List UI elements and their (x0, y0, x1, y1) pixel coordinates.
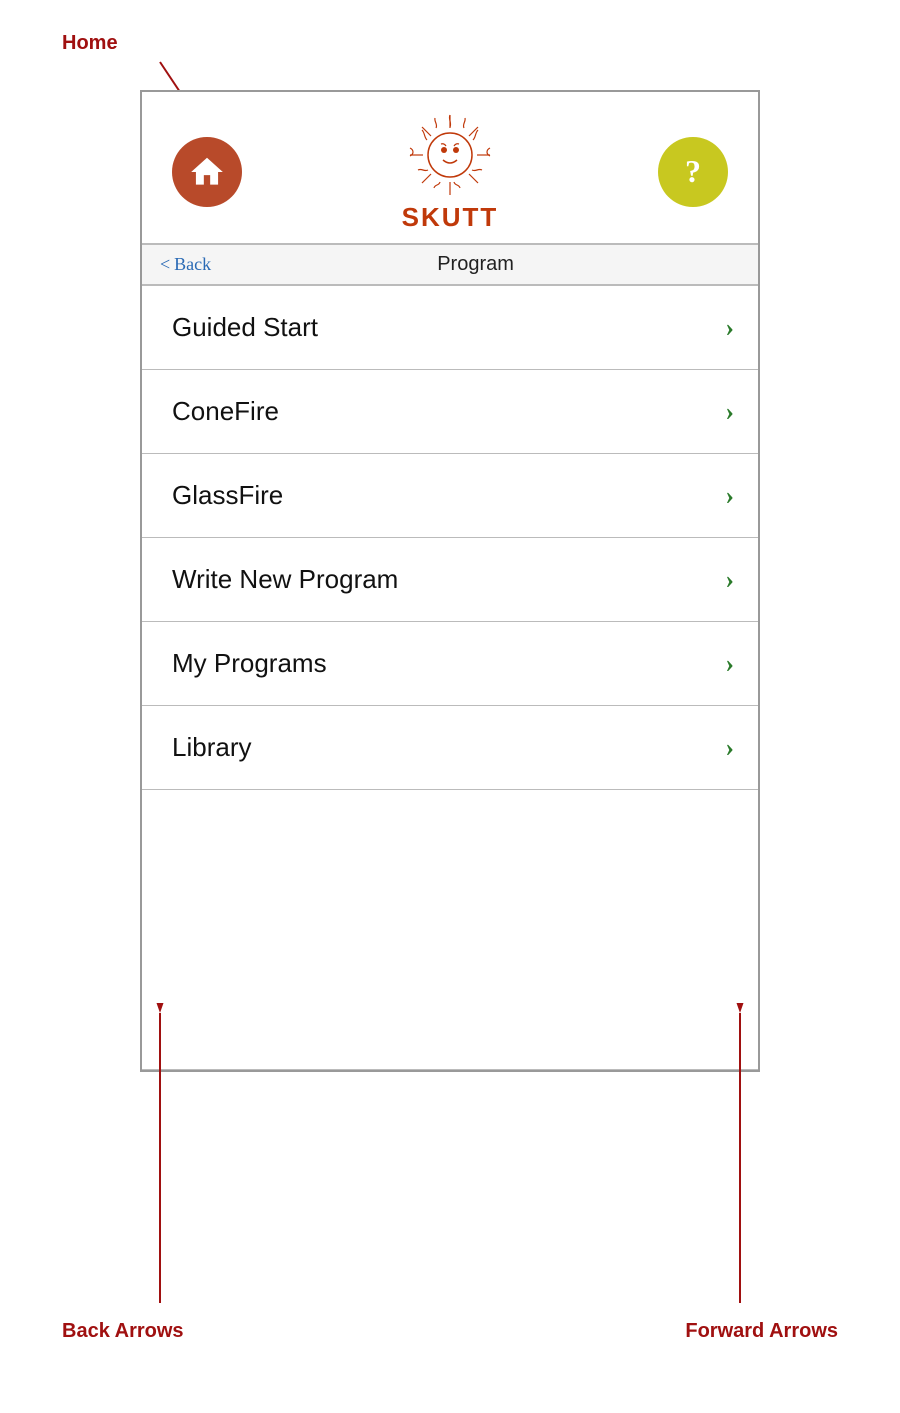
menu-chevron-icon: › (725, 733, 734, 763)
menu-chevron-icon: › (725, 397, 734, 427)
menu-item-cone-fire[interactable]: ConeFire › (142, 370, 758, 454)
device-header: SKUTT ? (142, 92, 758, 245)
back-chevron-icon: < (160, 254, 170, 275)
menu-item-label: Write New Program (172, 564, 398, 595)
nav-bar: < Back Program (142, 245, 758, 286)
menu-item-guided-start[interactable]: Guided Start › (142, 286, 758, 370)
menu-chevron-icon: › (725, 649, 734, 679)
menu-item-my-programs[interactable]: My Programs › (142, 622, 758, 706)
menu-item-write-new-program[interactable]: Write New Program › (142, 538, 758, 622)
home-icon (188, 153, 226, 191)
back-button[interactable]: Back (174, 254, 211, 275)
device-frame: SKUTT ? < Back Program Guided Start › Co… (140, 90, 760, 1072)
menu-item-library[interactable]: Library › (142, 706, 758, 790)
logo-center: SKUTT (242, 110, 658, 233)
help-icon: ? (685, 153, 701, 190)
forward-arrows-annotation: Forward Arrows (685, 1320, 838, 1343)
menu-list: Guided Start › ConeFire › GlassFire › Wr… (142, 286, 758, 790)
menu-chevron-icon: › (725, 313, 734, 343)
empty-content-area (142, 790, 758, 1070)
menu-chevron-icon: › (725, 481, 734, 511)
menu-item-label: ConeFire (172, 396, 279, 427)
nav-title: Program (211, 253, 740, 276)
help-button[interactable]: ? (658, 137, 728, 207)
logo-text: SKUTT (402, 202, 499, 233)
menu-item-label: Library (172, 732, 251, 763)
menu-item-label: My Programs (172, 648, 327, 679)
menu-item-glass-fire[interactable]: GlassFire › (142, 454, 758, 538)
menu-chevron-icon: › (725, 565, 734, 595)
back-arrows-annotation: Back Arrows (62, 1320, 184, 1343)
home-button[interactable] (172, 137, 242, 207)
page-wrapper: Home (0, 0, 900, 1413)
home-annotation: Home (62, 32, 118, 55)
skutt-logo-sun (400, 110, 500, 200)
menu-item-label: Guided Start (172, 312, 318, 343)
menu-item-label: GlassFire (172, 480, 283, 511)
